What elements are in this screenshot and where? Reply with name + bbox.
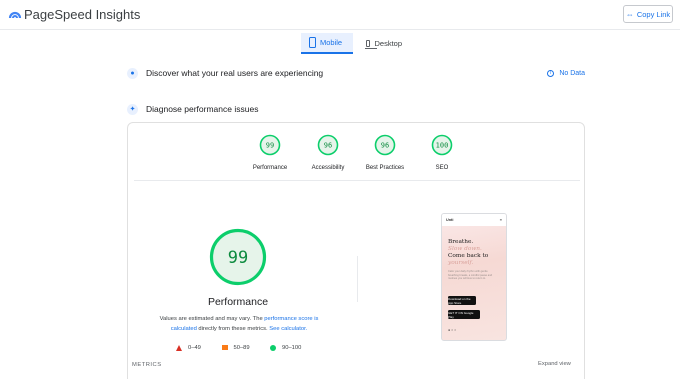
- lighthouse-icon: ✦: [127, 103, 138, 115]
- copy-link-label: Copy Link: [636, 9, 671, 19]
- laptop-icon: [364, 40, 379, 49]
- tab-desktop-label: Desktop: [374, 39, 402, 48]
- smartphone-icon: [309, 37, 316, 48]
- link-icon: ⇔: [625, 9, 634, 19]
- score-gauge: 99: [259, 134, 281, 156]
- vertical-divider: [357, 256, 358, 302]
- score-gauge: 96: [374, 134, 396, 156]
- screenshot-headline: Breathe. Slow down. Come back to yoursel…: [448, 239, 504, 267]
- expand-view-toggle[interactable]: Expand view: [538, 361, 571, 367]
- app-title: PageSpeed Insights: [24, 7, 141, 22]
- performance-gauge: 99: [209, 228, 267, 286]
- score-value: 100: [436, 142, 449, 150]
- see-calculator-link[interactable]: See calculator.: [269, 326, 307, 332]
- top-bar: PageSpeed Insights ⇔ Copy Link: [0, 0, 680, 30]
- legend-range: 90–100: [282, 344, 302, 351]
- legend-range: 50–89: [233, 344, 250, 351]
- diagnose-title: Diagnose performance issues: [146, 104, 259, 114]
- users-icon: ●: [127, 67, 138, 79]
- note-text: Values are estimated and may vary. The: [159, 316, 265, 322]
- legend-average: 50–89: [222, 343, 250, 352]
- tab-desktop[interactable]: Desktop: [358, 33, 410, 54]
- fail-triangle-icon: [176, 344, 182, 351]
- score-value: 96: [324, 142, 332, 150]
- mobile-screenshot: Unti ≡ Breathe. Slow down. Come back to …: [441, 213, 507, 341]
- performance-score: 99: [228, 248, 248, 268]
- tab-mobile[interactable]: Mobile: [301, 33, 353, 54]
- screenshot-body: Calm your daily rhythm with gentle breat…: [448, 270, 493, 281]
- no-data-label: No Data: [559, 69, 585, 77]
- note-text: directly from these metrics.: [196, 325, 270, 332]
- diagnose-section: ✦ Diagnose performance issues: [127, 101, 585, 117]
- performance-note: Values are estimated and may vary. The p…: [148, 315, 330, 334]
- screenshot-nav: Unti ≡: [442, 214, 506, 226]
- score-gauge: 100: [431, 134, 453, 156]
- info-icon: i: [547, 69, 555, 77]
- score-seo[interactable]: 100 SEO: [407, 134, 477, 171]
- pagespeed-logo-icon: [8, 11, 22, 19]
- headline-line: Breathe.: [448, 239, 474, 245]
- headline-line: yourself.: [448, 260, 474, 266]
- menu-icon: ≡: [499, 218, 502, 222]
- headline-line: Slow down.: [448, 246, 482, 252]
- average-square-icon: [222, 344, 228, 351]
- score-value: 99: [266, 142, 274, 150]
- report-card: 99 Performance 96 Accessibility 96 Best …: [127, 122, 585, 379]
- headline-line: Come back to: [448, 253, 489, 259]
- discover-title: Discover what your real users are experi…: [146, 68, 324, 78]
- legend-pass: 90–100: [270, 343, 301, 352]
- screenshot-brand: Unti: [446, 218, 454, 222]
- score-value: 96: [381, 142, 389, 150]
- divider: [134, 180, 580, 181]
- tab-mobile-label: Mobile: [320, 38, 343, 47]
- legend-fail: 0–49: [176, 343, 201, 352]
- copy-link-button[interactable]: ⇔ Copy Link: [623, 5, 673, 23]
- discover-section: ● Discover what your real users are expe…: [127, 65, 585, 81]
- no-data-status[interactable]: i No Data: [547, 69, 585, 77]
- carousel-dots: ● ○ ○: [448, 328, 457, 332]
- google-play-badge: GET IT ON Google Play: [448, 310, 480, 319]
- metrics-label: METRICS: [132, 362, 162, 368]
- performance-title: Performance: [207, 296, 269, 308]
- pass-circle-icon: [270, 344, 276, 351]
- score-label: SEO: [435, 165, 449, 171]
- score-gauge: 96: [317, 134, 339, 156]
- legend-range: 0–49: [188, 344, 201, 351]
- app-store-badge: Download on the App Store: [448, 296, 476, 305]
